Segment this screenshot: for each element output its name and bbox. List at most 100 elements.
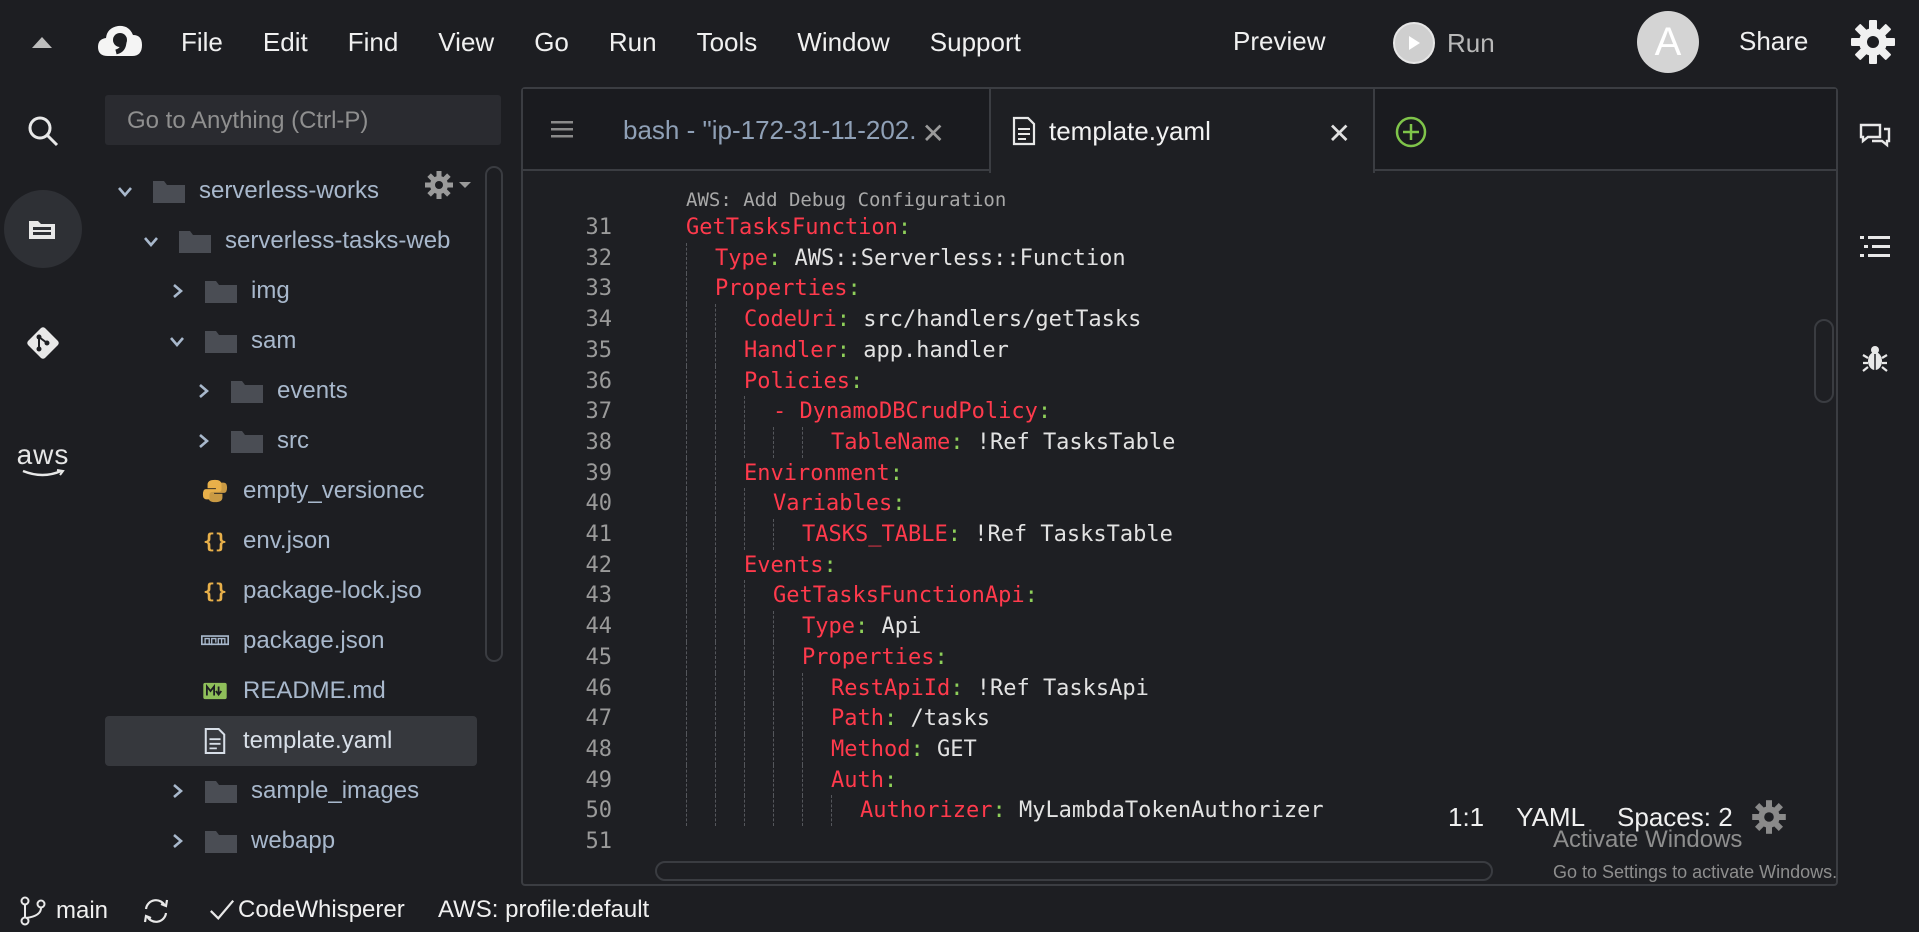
- chevron-down-icon[interactable]: [113, 179, 137, 203]
- avatar[interactable]: A: [1637, 11, 1699, 73]
- outline-rail-button[interactable]: [1855, 227, 1895, 267]
- indent-guide: [744, 488, 745, 520]
- code-editor[interactable]: AWS: Add Debug Configuration 31 GetTasksF…: [523, 171, 1836, 884]
- close-icon[interactable]: ✕: [922, 117, 945, 150]
- aws-rail-button[interactable]: aws: [14, 430, 72, 488]
- sync-button[interactable]: [141, 896, 171, 926]
- menu-file[interactable]: File: [181, 22, 243, 62]
- code-line: 35 Handler: app.handler: [523, 334, 1723, 366]
- tree-folder[interactable]: events: [183, 366, 477, 416]
- chevron-down-icon[interactable]: [139, 229, 163, 253]
- indent-guide: [744, 396, 745, 428]
- indent-guide: [802, 764, 803, 796]
- indent-guide: [773, 611, 774, 643]
- indent-guide: [773, 795, 774, 827]
- tree-item-label: sample_images: [251, 777, 420, 804]
- menu-edit[interactable]: Edit: [263, 22, 328, 62]
- chevron-right-icon[interactable]: [165, 779, 189, 803]
- yaml-value: Api: [868, 614, 922, 640]
- yaml-value: !Ref TasksTable: [963, 429, 1176, 455]
- tree-item-label: serverless-works: [199, 177, 380, 204]
- yaml-value: AWS::Serverless::Function: [781, 245, 1126, 271]
- tree-folder[interactable]: sam: [157, 316, 477, 366]
- chevron-down-icon[interactable]: [165, 329, 189, 353]
- preview-button[interactable]: Preview: [1233, 26, 1325, 57]
- line-number: 34: [585, 307, 613, 333]
- code-line: 44 Type: Api: [523, 611, 1723, 643]
- codewhisperer-button[interactable]: CodeWhisperer: [208, 896, 405, 924]
- indent-guide: [715, 549, 716, 581]
- line-number: 50: [585, 798, 613, 824]
- tree-folder[interactable]: sample_images: [157, 766, 477, 816]
- tab-template-yaml[interactable]: template.yaml ✕: [989, 89, 1375, 173]
- yaml-key: TASKS_TABLE: [802, 522, 948, 547]
- settings-gear-icon[interactable]: [1849, 18, 1897, 66]
- line-number: 38: [585, 429, 613, 455]
- close-icon[interactable]: ✕: [1328, 117, 1351, 150]
- menu-tools[interactable]: Tools: [697, 22, 778, 62]
- chevron-right-icon[interactable]: [191, 429, 215, 453]
- tree-file[interactable]: empty_versionec: [105, 466, 477, 516]
- code-text: Environment:: [744, 458, 903, 489]
- git-branch-icon: [20, 896, 46, 926]
- tree-folder[interactable]: img: [157, 266, 477, 316]
- menu-go[interactable]: Go: [534, 22, 589, 62]
- code-text: Type: Api: [802, 611, 921, 642]
- code-text: GetTasksFunctionApi:: [773, 580, 1038, 611]
- chevron-right-icon[interactable]: [191, 379, 215, 403]
- tree-folder[interactable]: serverless-works: [105, 166, 477, 216]
- npm-file-icon: [201, 627, 229, 655]
- menu-support[interactable]: Support: [930, 22, 1041, 62]
- tab-bash-terminal[interactable]: bash - "ip-172-31-11-202. ✕: [623, 89, 963, 171]
- search-rail-button[interactable]: [14, 102, 72, 160]
- main-menu: File Edit Find View Go Run Tools Window Support: [181, 22, 1061, 62]
- collaborate-rail-button[interactable]: [1855, 116, 1895, 156]
- check-icon: [210, 899, 235, 921]
- menu-find[interactable]: Find: [348, 22, 419, 62]
- environment-rail-button[interactable]: [4, 190, 82, 268]
- bug-icon: [1862, 346, 1888, 372]
- line-number: 47: [585, 706, 613, 732]
- tab-bar: bash - "ip-172-31-11-202. ✕ template.yam…: [523, 89, 1836, 173]
- run-button[interactable]: Run: [1393, 22, 1495, 64]
- yaml-colon: :: [1037, 399, 1052, 425]
- debugger-rail-button[interactable]: [1855, 338, 1895, 378]
- share-button[interactable]: Share: [1739, 26, 1808, 57]
- file-tree-scrollbar[interactable]: [485, 166, 503, 662]
- menu-view[interactable]: View: [438, 22, 514, 62]
- git-branch-button[interactable]: main: [18, 896, 108, 926]
- code-line: 36 Policies:: [523, 365, 1723, 397]
- yaml-colon: :: [889, 460, 903, 486]
- menu-window[interactable]: Window: [797, 22, 909, 62]
- collapse-menubar-button[interactable]: [26, 30, 58, 54]
- aws-profile-label: AWS: profile:default: [438, 896, 650, 923]
- tree-file[interactable]: {} package-lock.jso: [105, 566, 477, 616]
- chevron-right-icon[interactable]: [165, 829, 189, 853]
- hamburger-menu-icon[interactable]: [551, 119, 575, 139]
- tree-file[interactable]: package.json: [105, 616, 477, 666]
- yaml-colon: :: [849, 368, 864, 394]
- cursor-position[interactable]: 1:1: [1448, 802, 1484, 833]
- aws-profile-button[interactable]: AWS: profile:default: [438, 896, 649, 924]
- line-number: 37: [585, 399, 613, 425]
- vertical-scrollbar[interactable]: [1814, 319, 1834, 403]
- add-tab-icon[interactable]: [1394, 115, 1428, 149]
- horizontal-scrollbar[interactable]: [655, 861, 1493, 881]
- chevron-right-icon[interactable]: [165, 279, 189, 303]
- code-line: 41 TASKS_TABLE: !Ref TasksTable: [523, 519, 1723, 550]
- menu-run[interactable]: Run: [609, 22, 677, 62]
- tree-folder[interactable]: src: [183, 416, 477, 466]
- tree-folder[interactable]: webapp: [157, 816, 477, 866]
- tree-file[interactable]: template.yaml: [105, 716, 477, 766]
- tree-item-label: package.json: [243, 627, 385, 654]
- tree-file[interactable]: README.md: [105, 666, 477, 716]
- line-number: 51: [585, 829, 613, 854]
- source-control-rail-button[interactable]: [14, 314, 72, 372]
- indent-guide: [686, 457, 687, 489]
- tree-file[interactable]: {} env.json: [105, 516, 477, 566]
- watermark-subtitle: Go to Settings to activate Windows.: [1553, 862, 1838, 882]
- folder-icon: [151, 177, 199, 205]
- codelens-add-debug-config[interactable]: AWS: Add Debug Configuration: [686, 189, 1006, 211]
- tree-folder[interactable]: serverless-tasks-web: [131, 216, 477, 266]
- go-to-anything-input[interactable]: Go to Anything (Ctrl-P): [105, 95, 501, 145]
